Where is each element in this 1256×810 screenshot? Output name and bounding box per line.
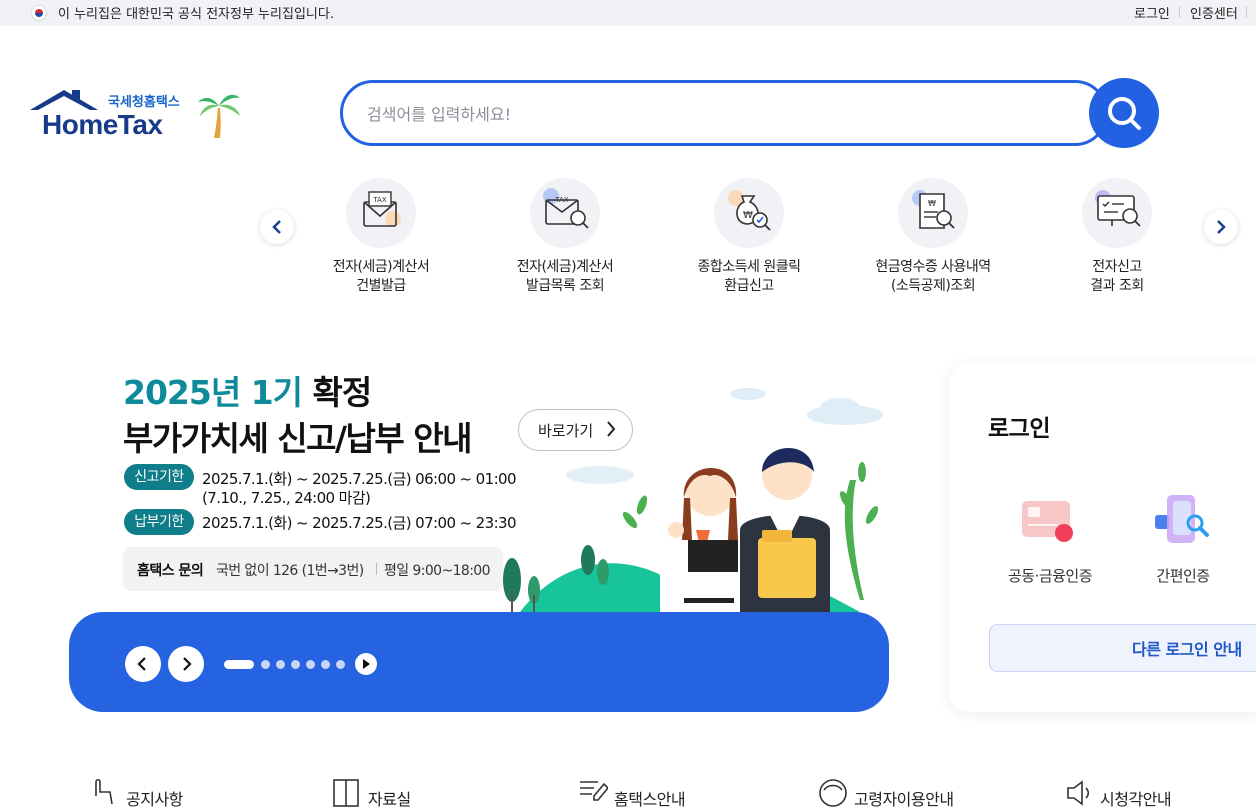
quick-menu-item[interactable]: TAX 전자(세금)계산서 건별발급 [289,178,473,298]
quick-menu-item[interactable]: 전자신고 결과 조회 [1025,178,1209,298]
search-icon [1108,97,1141,130]
banner-illustration [503,388,883,612]
simple-auth-login[interactable]: 간편인증 [1123,489,1243,589]
joint-financial-cert-login[interactable]: 공동·금융인증 [990,489,1110,589]
palm-tree-icon [198,94,240,138]
quick-menu-label: 종합소득세 원클릭 환급신고 [697,259,802,294]
receipt-search-icon: ₩ [898,178,968,248]
report-note-text: (7.10., 7.25., 24:00 마감) [202,489,371,507]
chevron-right-icon [183,657,192,671]
quick-menu-label: 현금영수증 사용내역 (소득공제)조회 [875,259,991,294]
slide-indicator-dot[interactable] [291,660,300,669]
banner-title: 2025년 1기 확정 [123,366,373,414]
contact-title: 홈택스 문의 [137,563,204,579]
speaker-icon [1067,780,1090,806]
slide-indicator-dot[interactable] [306,660,315,669]
contact-info-box: 홈택스 문의 국번 없이 126 (1번→3번) 평일 9:00~18:00 [123,547,503,591]
search-box [340,80,1108,146]
payment-deadline-badge: 납부기한 [124,509,194,535]
svg-text:₩: ₩ [928,199,936,208]
banner-title-rest: 확정 [302,373,373,412]
top-link-divider [1246,6,1247,18]
svg-text:TAX: TAX [372,196,387,204]
contact-hours: 평일 9:00~18:00 [384,563,491,579]
quick-menu-item[interactable]: ₩ 현금영수증 사용내역 (소득공제)조회 [841,178,1025,298]
senior-user-icon [819,779,847,807]
cert-center-link[interactable]: 인증센터 [1190,3,1238,22]
monitor-search-icon [1082,178,1152,248]
man-character [740,447,830,612]
gov-notice-text: 이 누리집은 대한민국 공식 전자정부 누리집입니다. [58,7,334,22]
certificate-card-icon [1022,501,1073,542]
slide-indicator-dot[interactable] [321,660,330,669]
payment-period-text: 2025.7.1.(화) ~ 2025.7.25.(금) 07:00 ~ 23:… [202,514,517,532]
cloud-icon [566,388,883,484]
report-period-text: 2025.7.1.(화) ~ 2025.7.25.(금) 06:00 ~ 01:… [202,470,517,488]
logo-title: HomeTax [42,109,163,140]
hand-pointer-icon [95,778,113,805]
quick-menu-label: 전자(세금)계산서 발급목록 조회 [516,259,614,294]
hometax-logo[interactable]: 국세청홈택스 HomeTax [28,88,244,142]
banner-title-highlight: 2025년 1기 [123,373,303,412]
svg-text:TAX: TAX [554,196,569,204]
quick-menu-label: 전자(세금)계산서 건별발급 [332,259,430,294]
search-input[interactable] [367,101,1067,127]
search-button[interactable] [1089,78,1159,148]
banner-next-button[interactable] [168,646,204,682]
contact-divider [376,563,377,575]
top-link-divider [1179,6,1180,18]
quick-menu-item[interactable]: TAX 전자(세금)계산서 발급목록 조회 [473,178,657,298]
svg-text:₩: ₩ [743,210,753,221]
korean-flag-icon [31,5,47,21]
chevron-right-icon [1217,220,1226,234]
chevron-left-icon [137,657,146,671]
top-login-link[interactable]: 로그인 [1134,3,1170,22]
banner-prev-button[interactable] [125,646,161,682]
gov-notice-bar: 이 누리집은 대한민국 공식 전자정부 누리집입니다. 로그인 인증센터 [0,0,1256,26]
play-icon [363,659,370,669]
contact-phone: 국번 없이 126 (1번→3번) [216,563,364,579]
other-login-guide-button[interactable]: 다른 로그인 안내 [989,624,1256,672]
slide-indicator-dot[interactable] [336,660,345,669]
chevron-left-icon [272,220,281,234]
simple-auth-label: 간편인증 [1156,567,1210,585]
document-edit-icon [580,781,608,801]
report-deadline-badge: 신고기한 [124,464,194,490]
login-card: 로그인 공동·금융인증 간편인증 다른 로그인 안내 [949,363,1256,712]
mobile-auth-icon [1155,495,1209,543]
login-card-title: 로그인 [988,416,1050,442]
slide-indicator-dot[interactable] [276,660,285,669]
money-bag-refund-icon: ₩ [714,178,784,248]
banner-title-line2: 부가가치세 신고/납부 안내 [123,419,473,458]
book-icon [333,779,359,807]
joint-cert-label: 공동·금융인증 [1007,567,1093,585]
quick-menu-item[interactable]: ₩ 종합소득세 원클릭 환급신고 [657,178,841,298]
slide-indicator-dot[interactable] [224,660,254,669]
quick-menu-label: 전자신고 결과 조회 [1090,259,1144,294]
banner-play-button[interactable] [355,653,377,675]
slide-indicator-dot[interactable] [261,660,270,669]
logo-subtitle: 국세청홈택스 [108,95,180,110]
woman-character [660,467,740,612]
tax-invoice-search-icon: TAX [530,178,600,248]
banner-control-bar [69,612,889,712]
tax-invoice-envelope-icon: TAX [346,178,416,248]
quick-menu-next-button[interactable] [1204,210,1238,244]
